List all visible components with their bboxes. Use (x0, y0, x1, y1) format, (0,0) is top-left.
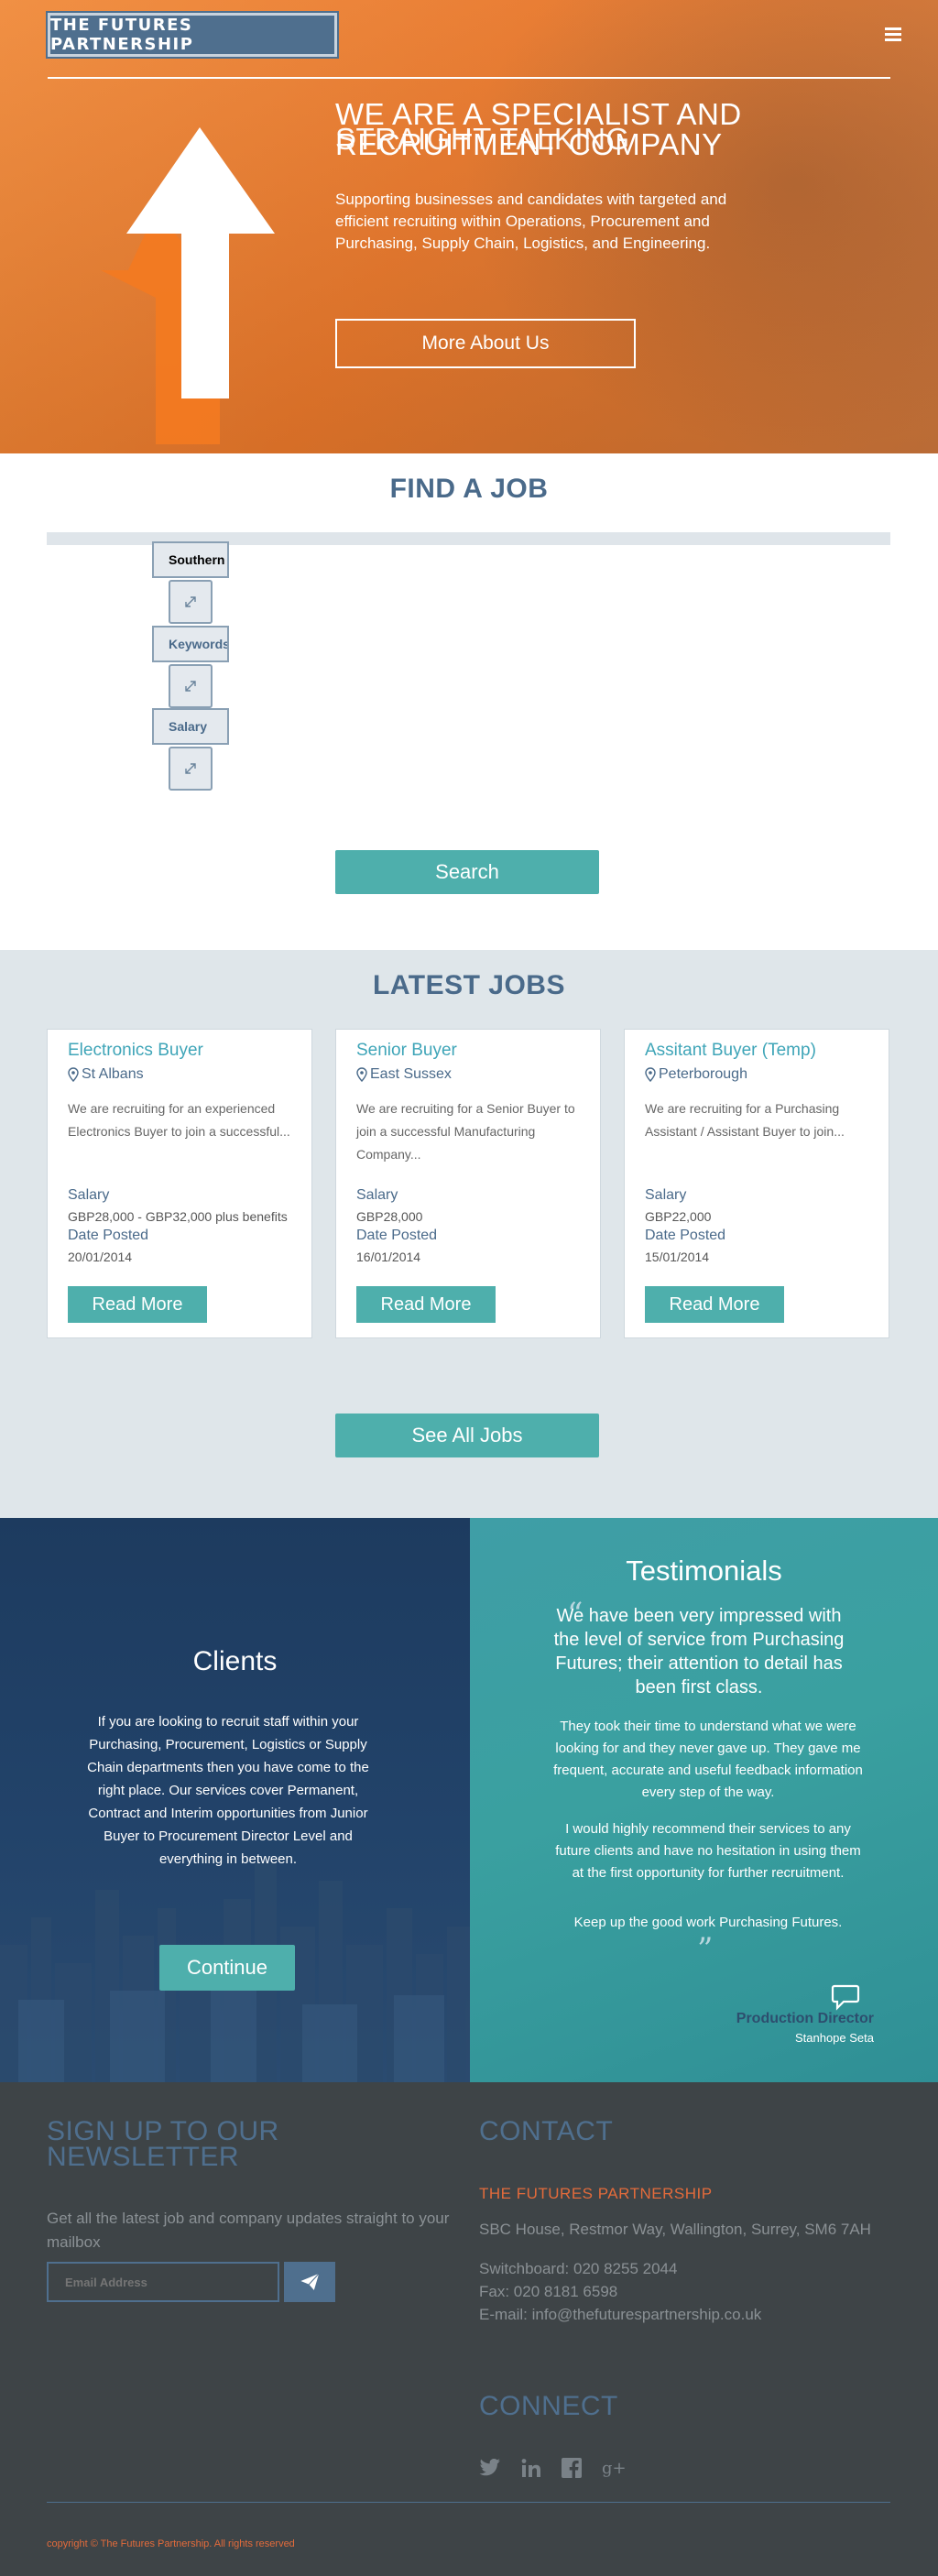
svg-text:g+: g+ (602, 2459, 627, 2478)
clients-title: Clients (192, 1646, 278, 1676)
keywords-field[interactable]: Keywords (152, 626, 229, 662)
read-more-button[interactable]: Read More (68, 1286, 207, 1323)
salary-value: GBP28,000 (356, 1209, 423, 1224)
job-description: We are recruiting for an experienced Ele… (68, 1101, 290, 1139)
newsletter-text: Get all the latest job and company updat… (47, 2210, 450, 2251)
testimonial-paragraph: I would highly recommend their services … (555, 1821, 861, 1881)
switchboard: Switchboard: 020 8255 2044 (479, 2260, 678, 2277)
expand-icon[interactable] (169, 580, 213, 624)
footer: SIGN UP TO OUR NEWSLETTER Get all the la… (0, 2082, 938, 2576)
newsletter-block: SIGN UP TO OUR NEWSLETTER Get all the la… (47, 2116, 450, 2254)
date-posted-label: Date Posted (68, 1228, 149, 1243)
facebook-icon[interactable] (562, 2458, 582, 2478)
social-links: g+ (479, 2458, 627, 2478)
job-title-link[interactable]: Senior Buyer (356, 1041, 580, 1061)
hero-divider (48, 77, 890, 79)
menu-icon[interactable] (885, 27, 901, 42)
send-icon[interactable] (284, 2262, 335, 2302)
site-logo[interactable]: THE FUTURES PARTNERSHIP (46, 11, 339, 59)
job-card: Assitant Buyer (Temp) Peterborough We ar… (624, 1029, 889, 1338)
salary-label: Salary (645, 1187, 687, 1203)
newsletter-title: SIGN UP TO OUR NEWSLETTER (47, 2116, 279, 2172)
testimonials-title: Testimonials (626, 1555, 782, 1587)
clients-panel: Clients If you are looking to recruit st… (0, 1518, 470, 2082)
salary-value: GBP28,000 - GBP32,000 plus benefits (68, 1209, 288, 1224)
twitter-icon[interactable] (479, 2459, 501, 2477)
job-location: East Sussex (356, 1066, 580, 1083)
job-location: St Albans (68, 1066, 291, 1083)
copyright: copyright © The Futures Partnership. All… (47, 2538, 295, 2549)
map-pin-icon (645, 1067, 656, 1082)
salary-label: Salary (356, 1187, 398, 1203)
location-field[interactable]: Southern (152, 541, 229, 578)
linkedin-icon[interactable] (521, 2458, 541, 2478)
up-arrow-graphic (92, 124, 284, 453)
email-input[interactable] (47, 2262, 279, 2302)
job-description: We are recruiting for a Senior Buyer to … (356, 1101, 575, 1162)
date-posted-label: Date Posted (356, 1228, 438, 1243)
job-card: Senior Buyer East Sussex We are recruiti… (335, 1029, 601, 1338)
job-description: We are recruiting for a Purchasing Assis… (645, 1101, 845, 1139)
address: SBC House, Restmor Way, Wallington, Surr… (479, 2221, 871, 2238)
hero-section: THE FUTURES PARTNERSHIP WE ARE A SPECIAL… (0, 0, 938, 453)
find-job-section: FIND A JOB Southern Keywords Salary Sear… (0, 453, 938, 950)
date-posted-value: 20/01/2014 (68, 1250, 133, 1264)
hero-title: WE ARE A SPECIALIST AND STRAIGHT TALKING… (335, 99, 812, 159)
job-location-text: East Sussex (370, 1066, 452, 1082)
continue-button[interactable]: Continue (159, 1945, 295, 1991)
date-posted-label: Date Posted (645, 1228, 726, 1243)
salary-label: Salary (68, 1187, 110, 1203)
contact-block: CONTACT THE FUTURES PARTNERSHIP SBC Hous… (479, 2116, 882, 2326)
read-more-button[interactable]: Read More (356, 1286, 496, 1323)
author-role: Production Director (736, 2011, 874, 2026)
testimonials-panel: Testimonials “ We have been very impress… (470, 1518, 938, 2082)
hero-title-line2: STRAIGHT TALKING (335, 122, 630, 156)
testimonial-lead: We have been very impressed with the lev… (553, 1606, 845, 1697)
expand-icon[interactable] (169, 747, 213, 791)
more-about-us-button[interactable]: More About Us (335, 319, 636, 368)
testimonial-author: Production Director Stanhope Seta (736, 2011, 874, 2045)
testimonial-paragraph: They took their time to understand what … (553, 1719, 863, 1800)
job-card: Electronics Buyer St Albans We are recru… (47, 1029, 312, 1338)
contact-title: CONTACT (479, 2116, 614, 2146)
company-name: THE FUTURES PARTNERSHIP (479, 2185, 713, 2202)
job-title-link[interactable]: Assitant Buyer (Temp) (645, 1041, 868, 1061)
date-posted-value: 15/01/2014 (645, 1250, 710, 1264)
connect-title: CONNECT (479, 2391, 618, 2421)
salary-value: GBP22,000 (645, 1209, 712, 1224)
search-button[interactable]: Search (335, 850, 599, 894)
job-location-text: St Albans (82, 1066, 144, 1082)
clients-testimonials-section: Clients If you are looking to recruit st… (0, 1518, 938, 2082)
logo-text: THE FUTURES PARTNERSHIP (50, 16, 194, 54)
author-company: Stanhope Seta (794, 2031, 874, 2045)
date-posted-value: 16/01/2014 (356, 1250, 421, 1264)
expand-icon[interactable] (169, 664, 213, 708)
google-plus-icon[interactable]: g+ (602, 2458, 627, 2478)
page: THE FUTURES PARTNERSHIP WE ARE A SPECIAL… (0, 0, 938, 2576)
map-pin-icon (356, 1067, 367, 1082)
email-link[interactable]: E-mail: info@thefuturespartnership.co.uk (479, 2303, 882, 2326)
find-job-title: FIND A JOB (389, 474, 549, 504)
hero-description: Supporting businesses and candidates wit… (335, 191, 727, 252)
latest-jobs-section: LATEST JOBS Electronics Buyer St Albans … (0, 950, 938, 1518)
fax: Fax: 020 8181 6598 (479, 2283, 618, 2300)
job-location: Peterborough (645, 1066, 868, 1083)
map-pin-icon (68, 1067, 79, 1082)
footer-divider (47, 2502, 890, 2503)
see-all-jobs-button[interactable]: See All Jobs (335, 1414, 599, 1457)
salary-field[interactable]: Salary (152, 708, 229, 745)
latest-jobs-title: LATEST JOBS (373, 970, 565, 1000)
job-location-text: Peterborough (659, 1066, 747, 1082)
read-more-button[interactable]: Read More (645, 1286, 784, 1323)
job-title-link[interactable]: Electronics Buyer (68, 1041, 291, 1061)
clients-text: If you are looking to recruit staff with… (87, 1714, 369, 1867)
quote-close-icon: ” (697, 1931, 714, 1968)
